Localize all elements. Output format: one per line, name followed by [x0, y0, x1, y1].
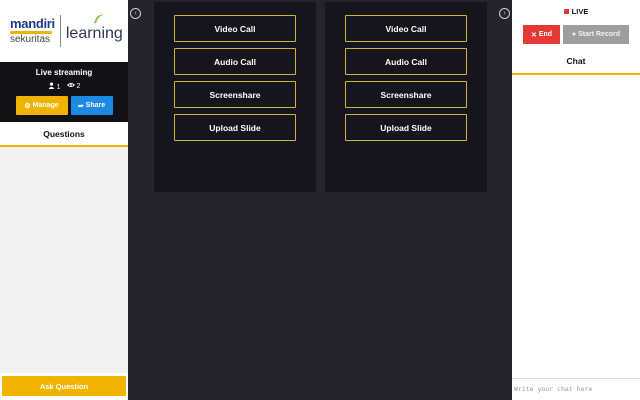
leaf-icon	[93, 11, 107, 27]
stream-title: Live streaming	[35, 68, 93, 77]
company-division: sekuritas	[10, 34, 51, 45]
live-dot-icon	[563, 8, 569, 14]
call-tile-1: Video Call Audio Call Screenshare Upload…	[154, 2, 316, 192]
left-panel: mandiri sekuritas learning Live streamin…	[0, 0, 128, 400]
right-panel: LIVE ✕ End ● Start Record Chat	[512, 0, 640, 400]
upload-slide-button[interactable]: Upload Slide	[345, 114, 467, 141]
manage-button[interactable]: ⚙ Manage	[15, 96, 68, 115]
stream-info: Live streaming 1 2 ⚙ Manage ➦ Share	[0, 62, 128, 122]
participants-count: 1	[48, 82, 61, 91]
logo-divider	[59, 15, 61, 47]
record-icon: ●	[571, 31, 577, 38]
questions-list[interactable]	[0, 147, 128, 373]
video-call-button[interactable]: Video Call	[345, 15, 467, 42]
questions-header: Questions	[0, 122, 128, 147]
eye-icon	[66, 82, 75, 88]
screenshare-button[interactable]: Screenshare	[174, 81, 296, 108]
chevron-left-icon[interactable]: ‹	[130, 8, 141, 19]
share-icon: ➦	[77, 102, 86, 110]
company-logo: mandiri sekuritas	[10, 17, 55, 45]
gear-icon: ⚙	[24, 102, 33, 110]
viewers-count: 2	[66, 82, 80, 91]
video-call-button[interactable]: Video Call	[174, 15, 296, 42]
call-tile-2: Video Call Audio Call Screenshare Upload…	[325, 2, 487, 192]
end-button[interactable]: ✕ End	[523, 25, 560, 44]
user-icon	[48, 82, 54, 89]
audio-call-button[interactable]: Audio Call	[174, 48, 296, 75]
product-name: learning	[66, 11, 123, 43]
share-button[interactable]: ➦ Share	[70, 96, 113, 115]
company-name: mandiri	[10, 16, 55, 31]
chevron-right-icon[interactable]: ›	[499, 8, 510, 19]
live-indicator: LIVE	[512, 0, 640, 22]
chat-messages[interactable]	[512, 75, 640, 378]
stream-counts: 1 2	[0, 82, 128, 91]
brand-logo: mandiri sekuritas learning	[0, 0, 128, 62]
close-icon: ✕	[530, 31, 537, 39]
audio-call-button[interactable]: Audio Call	[345, 48, 467, 75]
ask-question-button[interactable]: Ask Question	[2, 376, 126, 396]
upload-slide-button[interactable]: Upload Slide	[174, 114, 296, 141]
screenshare-button[interactable]: Screenshare	[345, 81, 467, 108]
chat-header: Chat	[512, 49, 640, 75]
chat-input[interactable]	[512, 378, 640, 398]
start-record-button[interactable]: ● Start Record	[563, 25, 629, 44]
